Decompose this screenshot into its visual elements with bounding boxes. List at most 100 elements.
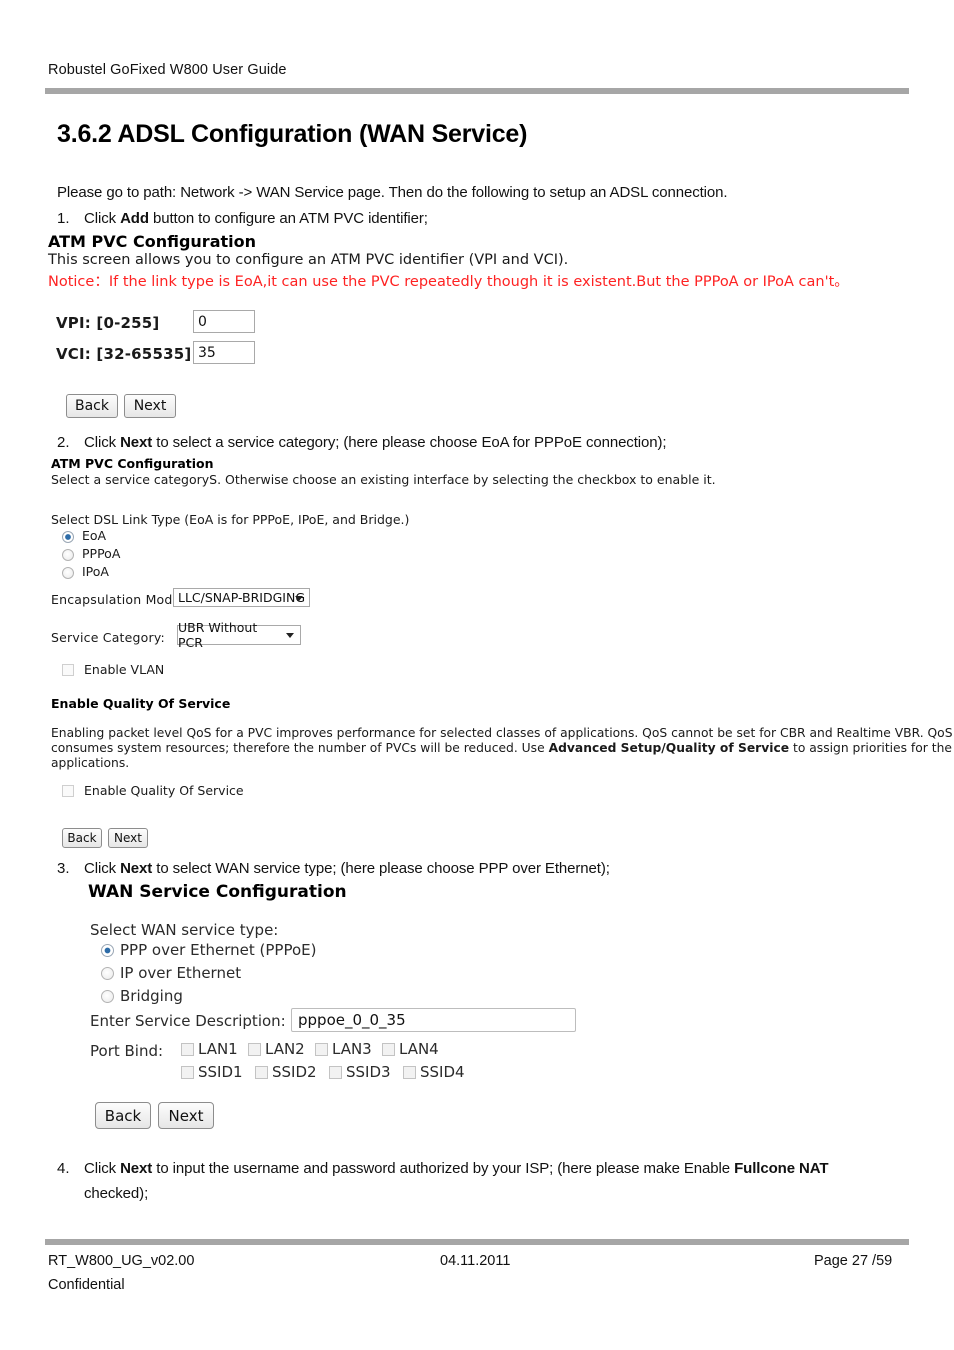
shot1-next-button[interactable]: Next — [124, 394, 176, 418]
checkbox-lan4-label: LAN4 — [399, 1040, 439, 1058]
radio-wan-ipoe[interactable] — [101, 967, 114, 980]
checkbox-ssid4[interactable] — [403, 1066, 416, 1079]
step-2-bold: Next — [120, 434, 153, 451]
step-4-post: to input the username and password autho… — [152, 1160, 735, 1177]
step-3-bold: Next — [120, 860, 153, 877]
qos-p2-c: to assign priorities for the — [789, 741, 952, 755]
page-title: 3.6.2 ADSL Configuration (WAN Service) — [57, 120, 528, 148]
shot2-description: Select a service categoryS. Otherwise ch… — [51, 472, 716, 487]
checkbox-ssid4-label: SSID4 — [420, 1063, 465, 1081]
checkbox-enable-qos[interactable] — [62, 785, 74, 797]
step-2-pre: Click — [84, 434, 121, 451]
step-1-number: 1. — [57, 210, 70, 227]
shot1-back-button[interactable]: Back — [66, 394, 118, 418]
step-1-bold: Add — [120, 210, 149, 227]
dsl-link-type-label: Select DSL Link Type (EoA is for PPPoE, … — [51, 512, 410, 527]
checkbox-ssid3[interactable] — [329, 1066, 342, 1079]
step-1-pre: Click — [84, 210, 121, 227]
qos-p2-bold: Advanced Setup/Quality of Service — [548, 741, 790, 755]
footer-doc-id: RT_W800_UG_v02.00 — [48, 1253, 195, 1269]
shot1-heading: ATM PVC Configuration — [48, 232, 256, 251]
page-header-title: Robustel GoFixed W800 User Guide — [48, 62, 287, 78]
step-3-pre: Click — [84, 860, 121, 877]
vci-label: VCI: [32-65535] — [56, 345, 192, 363]
step-4-bold2: Fullcone NAT — [734, 1160, 829, 1177]
service-description-label: Enter Service Description: — [90, 1012, 286, 1030]
port-bind-label: Port Bind: — [90, 1042, 164, 1060]
step-3-post: to select WAN service type; (here please… — [152, 860, 610, 877]
checkbox-lan3[interactable] — [315, 1043, 328, 1056]
qos-p2-a: consumes system resources; therefore the… — [51, 741, 549, 755]
encapsulation-mode-label: Encapsulation Mode: — [51, 592, 185, 607]
step-2-number: 2. — [57, 434, 70, 451]
screenshot-atm-pvc-service-category: ATM PVC Configuration Select a service c… — [48, 456, 953, 856]
footer-date: 04.11.2011 — [440, 1253, 511, 1269]
checkbox-enable-vlan[interactable] — [62, 664, 74, 676]
radio-wan-ipoe-label: IP over Ethernet — [120, 964, 242, 982]
step-4-number: 4. — [57, 1160, 70, 1177]
footer-confidential: Confidential — [48, 1277, 125, 1293]
shot2-next-button[interactable]: Next — [108, 828, 148, 848]
radio-wan-bridging[interactable] — [101, 990, 114, 1003]
encapsulation-mode-select[interactable]: LLC/SNAP-BRIDGING — [173, 588, 310, 607]
checkbox-lan4[interactable] — [382, 1043, 395, 1056]
checkbox-ssid2[interactable] — [255, 1066, 268, 1079]
shot3-heading: WAN Service Configuration — [88, 882, 347, 902]
radio-dsl-pppoa[interactable] — [62, 549, 74, 561]
checkbox-ssid1[interactable] — [181, 1066, 194, 1079]
step-4-text: Click Next to input the username and pas… — [84, 1160, 829, 1177]
screenshot-atm-pvc-identifier: ATM PVC Configuration This screen allows… — [48, 232, 910, 422]
step-1-post: button to configure an ATM PVC identifie… — [148, 210, 428, 227]
service-category-label: Service Category: — [51, 630, 165, 645]
checkbox-enable-qos-label: Enable Quality Of Service — [84, 783, 244, 798]
step-4-text-line2: checked); — [84, 1185, 149, 1202]
step-2-post: to select a service category; (here plea… — [152, 434, 667, 451]
radio-wan-pppoe[interactable] — [101, 944, 114, 957]
shot2-back-button[interactable]: Back — [62, 828, 102, 848]
footer-divider — [45, 1239, 909, 1245]
encapsulation-mode-value: LLC/SNAP-BRIDGING — [178, 590, 306, 605]
step-3-number: 3. — [57, 860, 70, 877]
shot1-description: This screen allows you to configure an A… — [48, 252, 569, 268]
wan-service-type-label: Select WAN service type: — [90, 921, 279, 939]
checkbox-ssid2-label: SSID2 — [272, 1063, 317, 1081]
chevron-down-icon — [295, 595, 303, 601]
radio-wan-pppoe-label: PPP over Ethernet (PPPoE) — [120, 941, 317, 959]
shot3-next-button[interactable]: Next — [158, 1102, 214, 1129]
radio-dsl-pppoa-label: PPPoA — [82, 546, 121, 561]
vpi-label: VPI: [0-255] — [56, 314, 160, 332]
qos-paragraph-line-3: applications. — [51, 756, 130, 770]
qos-paragraph-line-2: consumes system resources; therefore the… — [51, 741, 952, 755]
checkbox-enable-vlan-label: Enable VLAN — [84, 662, 165, 677]
step-4-pre: Click — [84, 1160, 121, 1177]
radio-dsl-ipoa-label: IPoA — [82, 564, 109, 579]
checkbox-lan2-label: LAN2 — [265, 1040, 305, 1058]
radio-dsl-eoa[interactable] — [62, 531, 74, 543]
service-description-input[interactable]: pppoe_0_0_35 — [291, 1008, 576, 1032]
shot2-heading: ATM PVC Configuration — [51, 456, 214, 471]
screenshot-wan-service-configuration: WAN Service Configuration Select WAN ser… — [88, 882, 648, 1132]
step-3-text: Click Next to select WAN service type; (… — [84, 860, 610, 877]
checkbox-lan3-label: LAN3 — [332, 1040, 372, 1058]
checkbox-lan2[interactable] — [248, 1043, 261, 1056]
shot3-back-button[interactable]: Back — [95, 1102, 151, 1129]
checkbox-lan1-label: LAN1 — [198, 1040, 238, 1058]
footer-page-number: Page 27 /59 — [814, 1253, 893, 1269]
qos-paragraph-line-1: Enabling packet level QoS for a PVC impr… — [51, 726, 953, 740]
radio-dsl-eoa-label: EoA — [82, 528, 107, 543]
document-page: Robustel GoFixed W800 User Guide 3.6.2 A… — [0, 0, 954, 1350]
step-1-text: Click Add button to configure an ATM PVC… — [84, 210, 428, 227]
service-category-select[interactable]: UBR Without PCR — [177, 620, 301, 650]
vci-input[interactable]: 35 — [193, 341, 255, 364]
service-category-value: UBR Without PCR — [178, 620, 258, 650]
checkbox-ssid1-label: SSID1 — [198, 1063, 243, 1081]
vpi-input[interactable]: 0 — [193, 310, 255, 333]
checkbox-ssid3-label: SSID3 — [346, 1063, 391, 1081]
radio-dsl-ipoa[interactable] — [62, 567, 74, 579]
intro-paragraph: Please go to path: Network -> WAN Servic… — [57, 184, 728, 201]
shot1-notice: Notice：If the link type is EoA,it can us… — [48, 274, 849, 290]
step-4-bold: Next — [120, 1160, 153, 1177]
header-divider — [45, 88, 909, 94]
radio-wan-bridging-label: Bridging — [120, 987, 183, 1005]
checkbox-lan1[interactable] — [181, 1043, 194, 1056]
